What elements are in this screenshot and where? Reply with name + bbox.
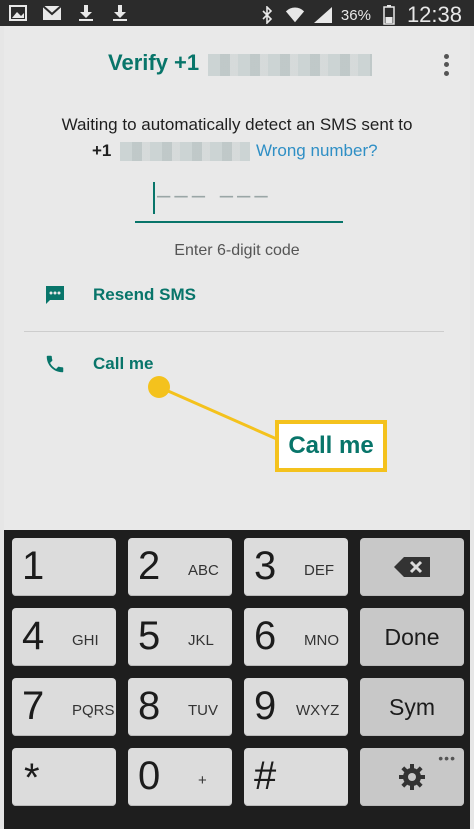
- status-right: 36% 12:38: [257, 2, 462, 28]
- key-7[interactable]: 7 PQRS: [12, 678, 116, 736]
- key-3[interactable]: 3 DEF: [244, 538, 348, 596]
- download-icon: [110, 3, 130, 23]
- key-hash[interactable]: #: [244, 748, 348, 806]
- key-number: *: [24, 756, 40, 800]
- key-number: 7: [22, 684, 45, 728]
- key-letters: ABC: [188, 562, 219, 579]
- clock: 12:38: [406, 2, 462, 27]
- key-0[interactable]: 0 +: [128, 748, 232, 806]
- wifi-icon: [285, 5, 305, 25]
- backspace-key[interactable]: [360, 538, 464, 596]
- key-number: 9: [254, 684, 277, 728]
- key-letters: +: [198, 772, 207, 789]
- callout-dot: [148, 376, 170, 398]
- sym-label: Sym: [389, 693, 435, 720]
- key-9[interactable]: 9 WXYZ: [244, 678, 348, 736]
- key-letters: MNO: [304, 632, 339, 649]
- key-letters: JKL: [188, 632, 214, 649]
- key-letters: DEF: [304, 562, 334, 579]
- key-number: 6: [254, 614, 277, 658]
- key-letters: PQRS: [72, 702, 115, 719]
- key-star[interactable]: *: [12, 748, 116, 806]
- battery-icon: [379, 5, 399, 25]
- callout-line: [158, 385, 280, 442]
- key-number: 2: [138, 544, 161, 588]
- key-4[interactable]: 4 GHI: [12, 608, 116, 666]
- key-6[interactable]: 6 MNO: [244, 608, 348, 666]
- key-number: 8: [138, 684, 161, 728]
- key-number: #: [254, 754, 277, 798]
- key-letters: WXYZ: [296, 702, 340, 719]
- key-number: 3: [254, 544, 277, 588]
- key-1[interactable]: 1: [12, 538, 116, 596]
- key-8[interactable]: 8 TUV: [128, 678, 232, 736]
- numeric-keyboard: 1 2 ABC 3 DEF 4 GHI 5 JKL 6 MNO Done 7 P…: [4, 530, 470, 829]
- backspace-icon: [360, 538, 464, 596]
- key-number: 4: [22, 614, 45, 658]
- key-5[interactable]: 5 JKL: [128, 608, 232, 666]
- mail-icon: [42, 3, 62, 23]
- verify-screen: Verify +1 Waiting to automatically detec…: [4, 26, 470, 530]
- more-dots-icon: •••: [438, 750, 456, 766]
- key-number: 5: [138, 614, 161, 658]
- key-number: 0: [138, 754, 161, 798]
- key-2[interactable]: 2 ABC: [128, 538, 232, 596]
- key-letters: TUV: [188, 702, 218, 719]
- status-bar: 36% 12:38: [0, 0, 474, 28]
- sym-key[interactable]: Sym: [360, 678, 464, 736]
- status-left-icons: [8, 3, 130, 23]
- settings-key[interactable]: •••: [360, 748, 464, 806]
- bluetooth-icon: [257, 5, 277, 25]
- download-icon: [76, 3, 96, 23]
- done-key[interactable]: Done: [360, 608, 464, 666]
- battery-percent: 36%: [340, 6, 371, 24]
- image-icon: [8, 3, 28, 23]
- signal-icon: [313, 5, 333, 25]
- callout-label: Call me: [275, 420, 387, 472]
- done-label: Done: [384, 623, 440, 650]
- key-number: 1: [22, 544, 45, 588]
- key-letters: GHI: [72, 632, 99, 649]
